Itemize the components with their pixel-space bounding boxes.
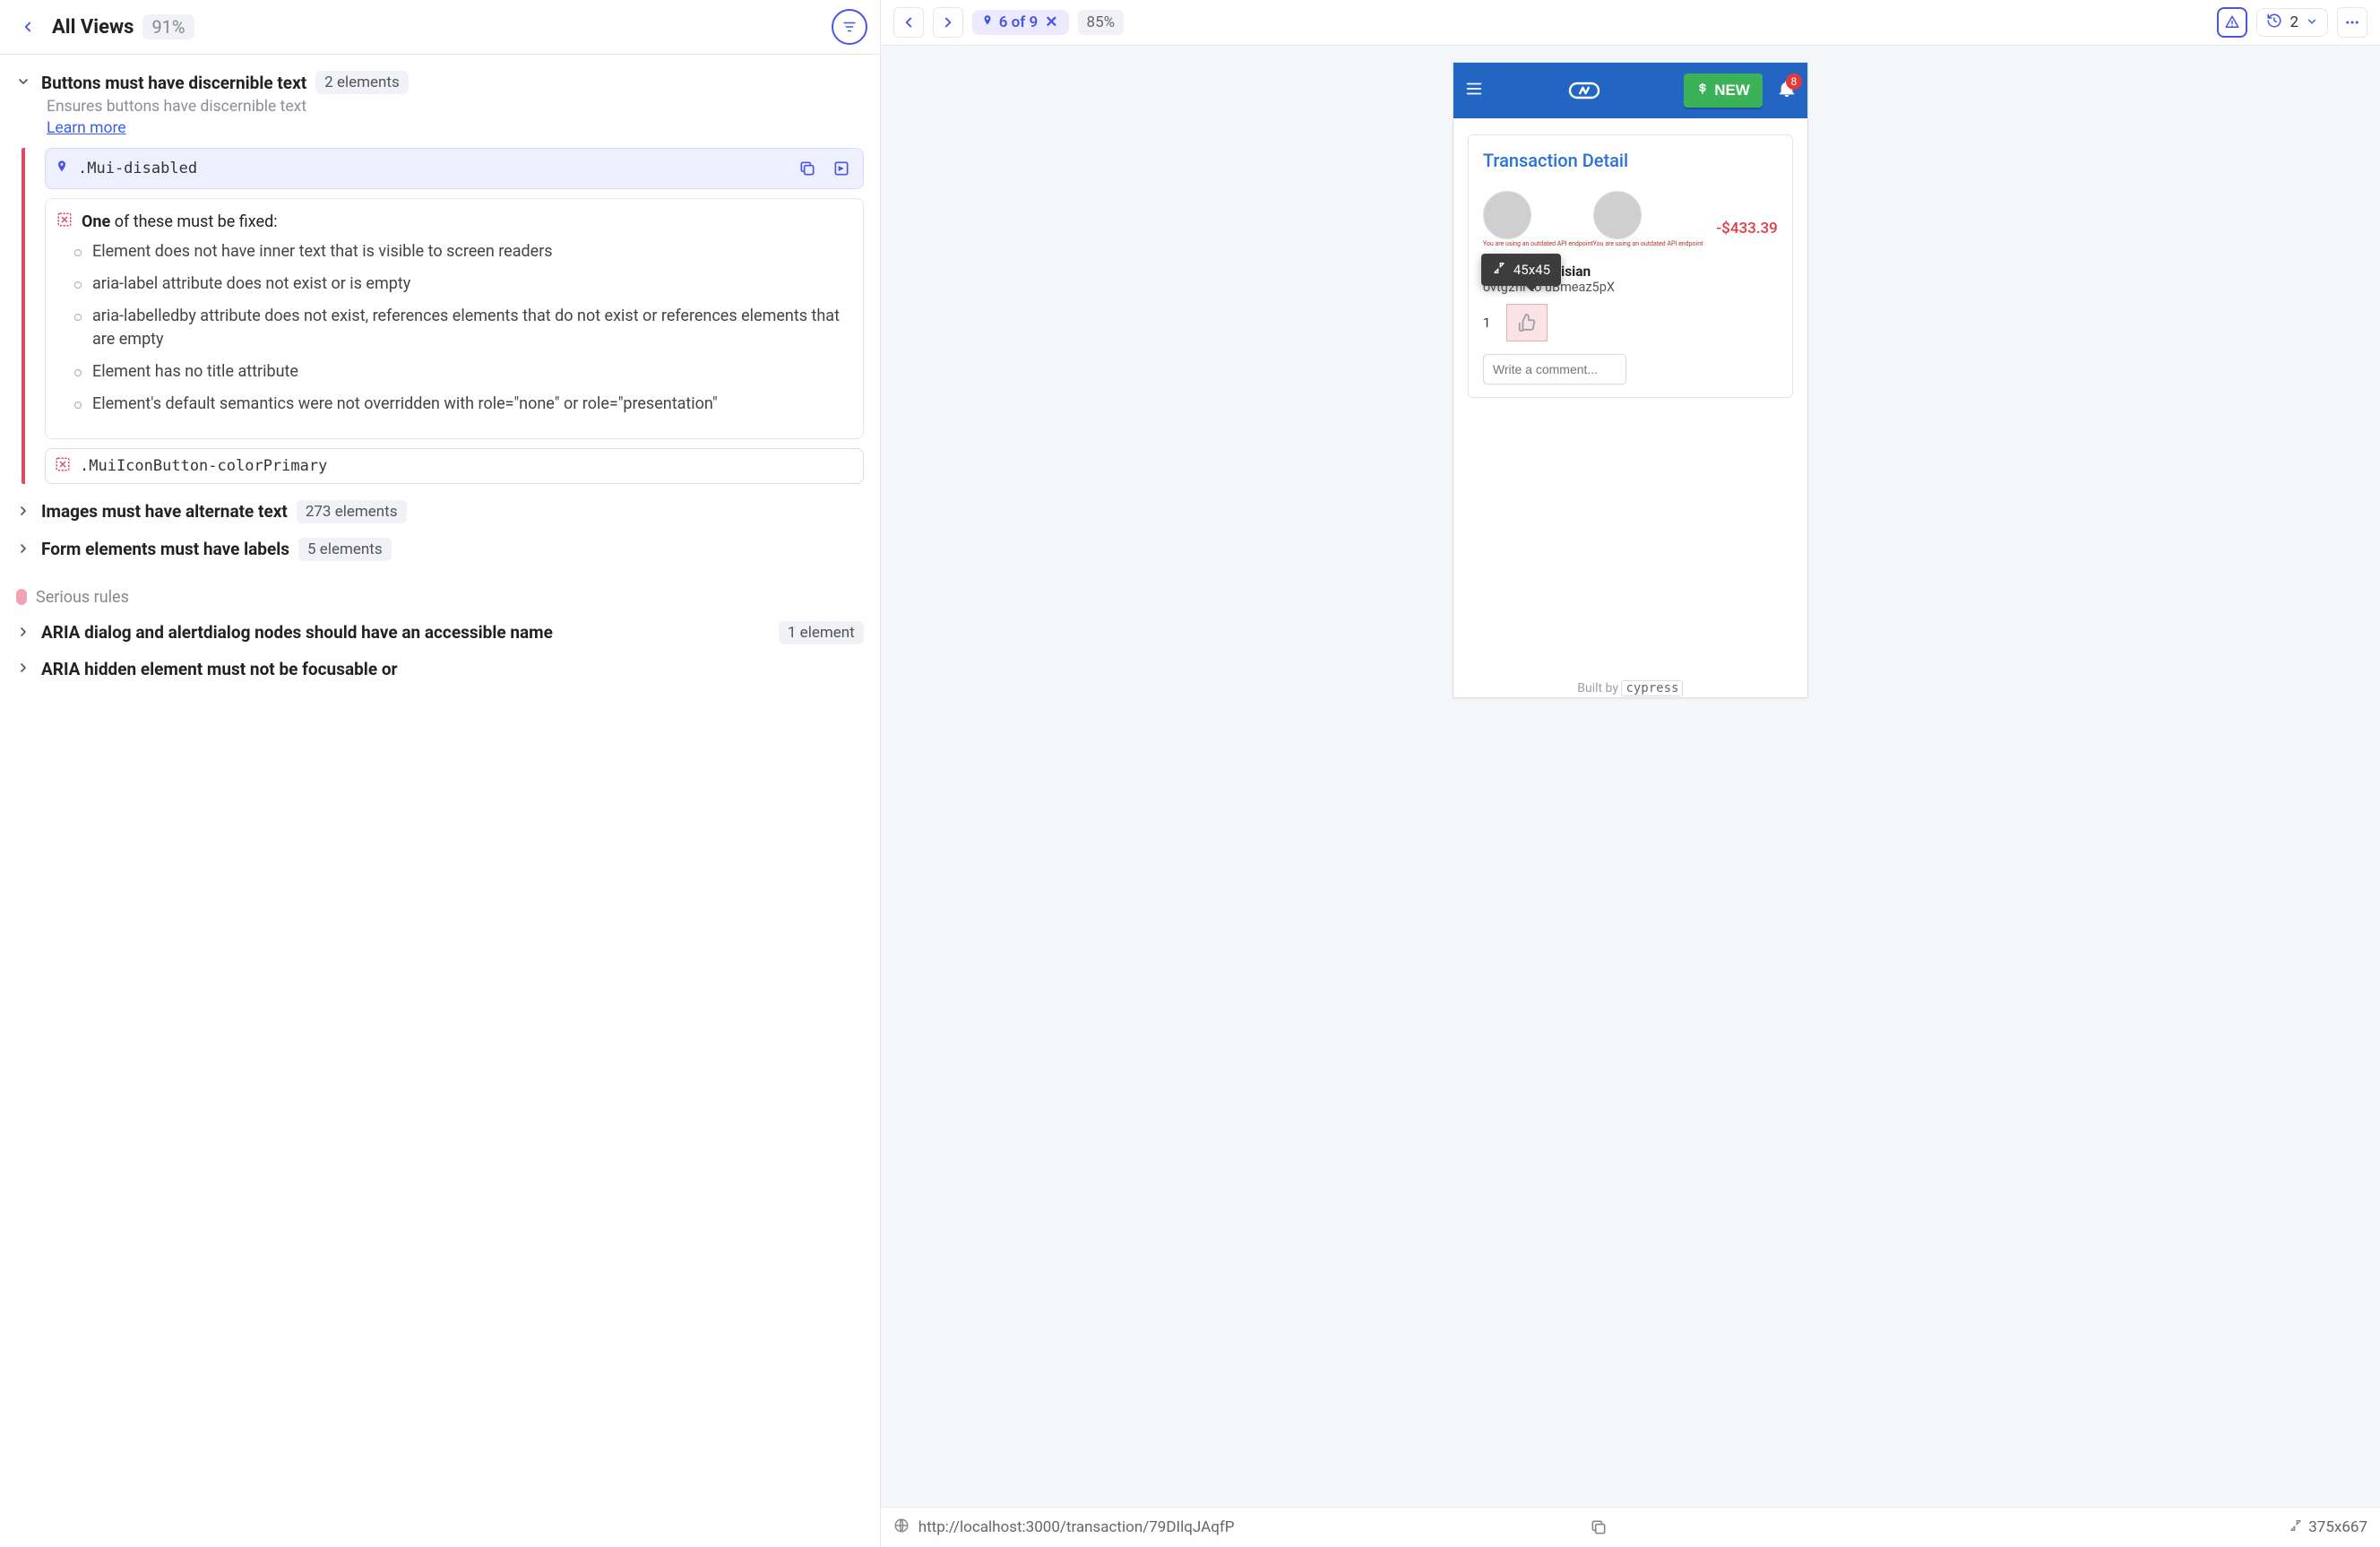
history-icon [2266, 13, 2282, 32]
accessibility-panel: All Views 91% Buttons must have discerni… [0, 0, 881, 1547]
resize-icon [2289, 1518, 2303, 1537]
rule-title: Form elements must have labels [41, 539, 289, 559]
preview-area: NEW 8 Transaction Detail [881, 46, 2380, 1507]
panel-title: All Views [52, 16, 134, 39]
dollar-icon [1696, 82, 1709, 99]
rule-header-buttons[interactable]: Buttons must have discernible text 2 ele… [16, 64, 864, 101]
selector-text: .Mui-disabled [78, 160, 197, 177]
serious-rules-label: Serious rules [16, 588, 864, 607]
filter-button[interactable] [832, 9, 867, 45]
history-count: 2 [2289, 13, 2298, 31]
rules-list: Buttons must have discernible text 2 ele… [0, 55, 880, 1547]
rule-subtitle: Ensures buttons have discernible text [47, 98, 864, 116]
chevron-down-icon [2306, 14, 2318, 31]
globe-icon [893, 1517, 910, 1538]
chevron-right-icon [16, 625, 32, 641]
transaction-card: Transaction Detail You are using an outd… [1468, 134, 1793, 398]
rule-header[interactable]: Form elements must have labels 5 element… [16, 531, 864, 568]
app-page-body: Transaction Detail You are using an outd… [1453, 118, 1807, 674]
left-panel-header: All Views 91% [0, 0, 880, 55]
severity-pill-icon [16, 589, 27, 605]
pass-percentage: 91% [142, 14, 194, 39]
fix-card: One of these must be fixed: Element does… [45, 198, 864, 439]
clear-pin-button[interactable]: ✕ [1043, 13, 1059, 31]
preview-toolbar: 6 of 9 ✕ 85% 2 [881, 0, 2380, 46]
fix-item: Element's default semantics were not ove… [74, 393, 849, 416]
avatar-caption: You are using an outdated API endpoint [1483, 241, 1593, 247]
history-dropdown[interactable]: 2 [2256, 8, 2328, 37]
nav-next-button[interactable] [933, 7, 963, 38]
violation-icon [55, 456, 71, 476]
fix-item: Element has no title attribute [74, 360, 849, 384]
comment-input[interactable] [1483, 354, 1626, 385]
copy-selector-button[interactable] [795, 156, 820, 181]
element-count-chip: 273 elements [297, 500, 407, 523]
like-count: 1 [1483, 315, 1490, 331]
notifications-button[interactable]: 8 [1777, 79, 1797, 102]
element-size-tooltip: 45x45 [1481, 254, 1561, 286]
pin-icon [55, 160, 69, 177]
resize-icon [1492, 261, 1506, 279]
print-selector-button[interactable] [829, 156, 854, 181]
footer-built-by: Built by cypress [1453, 674, 1807, 697]
fix-item: aria-label attribute does not exist or i… [74, 272, 849, 296]
preview-panel: 6 of 9 ✕ 85% 2 [881, 0, 2380, 1547]
back-button[interactable] [13, 12, 43, 42]
violation-detail: .Mui-disabled One of these must be f [22, 148, 864, 484]
rule-title: ARIA hidden element must not be focusabl… [41, 659, 398, 679]
chevron-right-icon [16, 541, 32, 557]
nav-prev-button[interactable] [893, 7, 924, 38]
fix-list: Element does not have inner text that is… [74, 240, 849, 417]
pin-icon [981, 13, 994, 31]
chevron-down-icon [16, 74, 32, 91]
card-title: Transaction Detail [1483, 150, 1778, 171]
avatar [1593, 191, 1642, 239]
pin-counter-pill[interactable]: 6 of 9 ✕ [972, 10, 1069, 35]
notification-badge: 8 [1786, 73, 1802, 90]
app-bar: NEW 8 [1453, 63, 1807, 118]
transaction-amount: -$433.39 [1716, 220, 1777, 238]
selector-row-secondary[interactable]: .MuiIconButton-colorPrimary [45, 448, 864, 484]
rule-title: ARIA dialog and alertdialog nodes should… [41, 622, 770, 643]
rule-title: Buttons must have discernible text [41, 73, 306, 93]
zoom-level: 85% [1078, 10, 1125, 35]
avatar [1483, 191, 1531, 239]
rule-title: Images must have alternate text [41, 501, 288, 522]
device-frame: NEW 8 Transaction Detail [1453, 62, 1808, 698]
rule-header[interactable]: Images must have alternate text 273 elem… [16, 493, 864, 531]
rule-header[interactable]: ARIA dialog and alertdialog nodes should… [16, 614, 864, 652]
fix-heading: One of these must be fixed: [82, 212, 278, 231]
pin-counter-text: 6 of 9 [999, 13, 1039, 31]
element-count-chip: 5 elements [298, 538, 392, 561]
avatar-caption: You are using an outdated API endpoint [1593, 241, 1703, 247]
chevron-right-icon [16, 504, 32, 520]
chevron-right-icon [16, 661, 32, 677]
fix-item: aria-labelledby attribute does not exist… [74, 305, 849, 351]
like-button[interactable] [1506, 304, 1548, 341]
warnings-button[interactable] [2217, 7, 2247, 38]
hamburger-icon[interactable] [1464, 79, 1484, 102]
element-count-chip: 1 element [779, 621, 864, 644]
copy-url-button[interactable] [1586, 1515, 1611, 1540]
more-menu-button[interactable] [2337, 7, 2367, 38]
fix-item: Element does not have inner text that is… [74, 240, 849, 264]
new-transaction-button[interactable]: NEW [1684, 73, 1763, 108]
status-bar: http://localhost:3000/transaction/79DIlq… [881, 1507, 2380, 1547]
viewport-dimensions: 375x667 [2308, 1518, 2367, 1536]
learn-more-link[interactable]: Learn more [47, 119, 126, 137]
selector-row-primary[interactable]: .Mui-disabled [45, 148, 864, 189]
violation-icon [56, 212, 73, 231]
app-logo [1493, 78, 1675, 103]
selector-text: .MuiIconButton-colorPrimary [80, 457, 327, 475]
element-count-chip: 2 elements [315, 71, 409, 94]
preview-url: http://localhost:3000/transaction/79DIlq… [918, 1518, 1578, 1536]
rule-header[interactable]: ARIA hidden element must not be focusabl… [16, 652, 864, 687]
